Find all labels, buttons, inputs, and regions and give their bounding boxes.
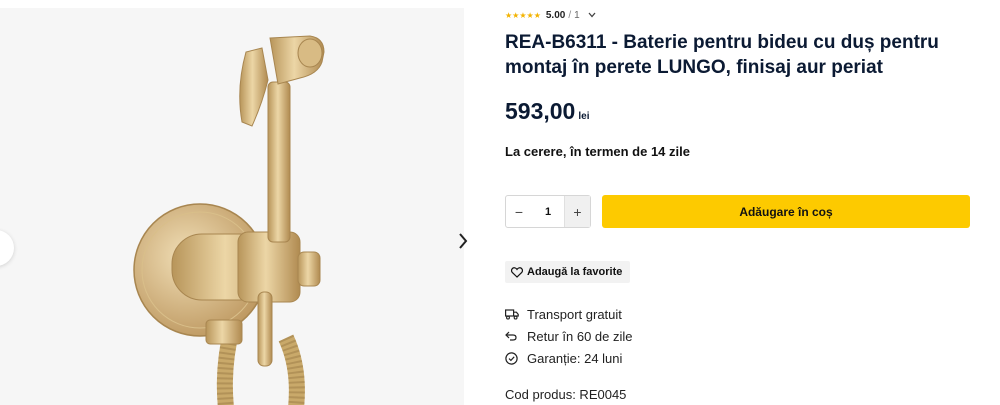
feature-label: Transport gratuit <box>527 306 622 322</box>
quantity-stepper: − + <box>505 195 591 228</box>
add-to-favorites-button[interactable]: Adaugă la favorite <box>505 261 631 283</box>
next-image-button[interactable] <box>452 228 474 254</box>
chevron-down-icon <box>588 10 596 21</box>
feature-label: Garanție: 24 luni <box>527 350 623 366</box>
price: 593,00 lei <box>505 98 589 125</box>
add-to-favorites-label: Adaugă la favorite <box>527 266 623 278</box>
product-image <box>133 35 325 405</box>
availability-text: La cerere, în termen de 14 zile <box>505 144 690 159</box>
price-currency: lei <box>578 111 590 122</box>
badge-check-icon <box>505 351 527 365</box>
increase-quantity-button[interactable]: + <box>564 196 590 227</box>
return-arrow-icon <box>505 331 527 341</box>
feature-list: Transport gratuit Retur în 60 de zile Ga… <box>505 303 633 369</box>
rating-separator: / <box>568 10 572 21</box>
feature-warranty: Garanție: 24 luni <box>505 347 633 369</box>
feature-returns: Retur în 60 de zile <box>505 325 633 347</box>
rating[interactable]: ★★★★★ 5.00 / 1 <box>505 10 596 21</box>
decrease-quantity-button[interactable]: − <box>506 196 532 227</box>
product-code: Cod produs: RE0045 <box>505 387 627 402</box>
product-gallery <box>0 8 464 405</box>
feature-free-shipping: Transport gratuit <box>505 303 633 325</box>
rating-count: 1 <box>574 10 580 21</box>
truck-icon <box>505 308 527 320</box>
chevron-right-icon <box>459 233 468 249</box>
product-title: REA-B6311 - Baterie pentru bideu cu duș … <box>505 32 939 78</box>
price-value: 593,00 <box>505 98 576 124</box>
heart-icon <box>511 266 523 278</box>
add-to-cart-button[interactable]: Adăugare în coș <box>602 195 970 228</box>
rating-stars: ★★★★★ <box>505 11 541 20</box>
quantity-input[interactable] <box>532 196 564 227</box>
rating-score: 5.00 <box>545 10 566 21</box>
feature-label: Retur în 60 de zile <box>527 328 633 344</box>
